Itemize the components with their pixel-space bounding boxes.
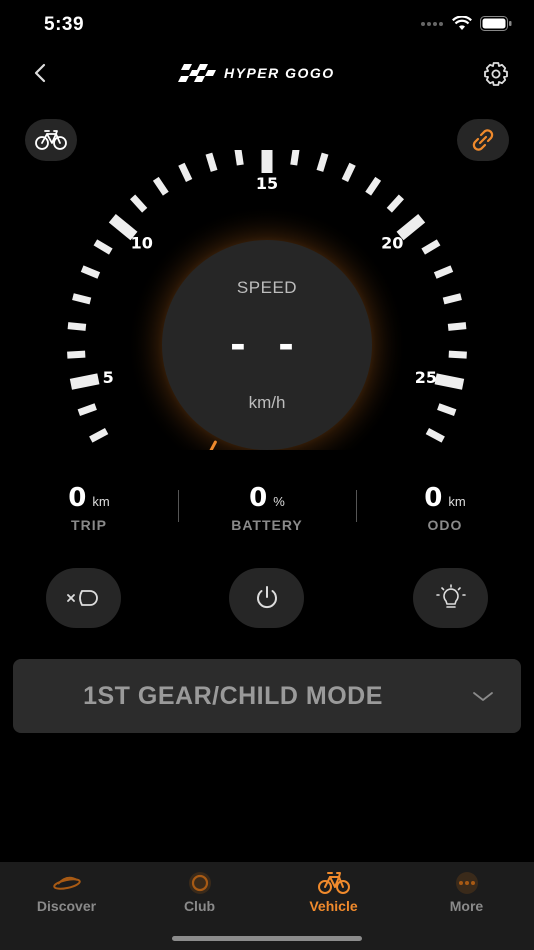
speed-label: SPEED bbox=[236, 278, 298, 297]
battery-stat: 0% BATTERY bbox=[192, 483, 342, 533]
battery-unit: % bbox=[273, 494, 285, 509]
light-button[interactable] bbox=[413, 568, 488, 628]
tab-vehicle[interactable]: Vehicle bbox=[267, 862, 400, 932]
home-indicator bbox=[172, 936, 362, 941]
gauge-tick bbox=[77, 403, 97, 416]
gear-mode-label: 1ST GEAR/CHILD MODE bbox=[83, 682, 383, 710]
status-time: 5:39 bbox=[44, 14, 85, 35]
gauge-tick bbox=[72, 293, 92, 305]
speed-unit: km/h bbox=[248, 393, 286, 412]
tab-club-label: Club bbox=[183, 898, 216, 914]
chevron-down-icon bbox=[473, 692, 493, 701]
more-icon bbox=[455, 872, 478, 894]
bicycle-icon bbox=[35, 130, 67, 150]
gauge-tick bbox=[205, 152, 218, 172]
gauge-scale-label: 10 bbox=[131, 233, 153, 252]
headlight-off-icon bbox=[66, 590, 98, 606]
gauge-tick bbox=[234, 150, 244, 166]
tab-club[interactable]: Club bbox=[133, 862, 266, 932]
gauge-tick bbox=[425, 427, 445, 443]
odo-unit: km bbox=[448, 494, 466, 509]
gauge-tick bbox=[93, 239, 113, 255]
battery-value: 0 bbox=[249, 483, 268, 513]
brand-logo: HYPER GOGO bbox=[178, 62, 335, 84]
gauge-tick bbox=[290, 150, 300, 166]
battery-icon bbox=[480, 16, 512, 31]
tab-vehicle-label: Vehicle bbox=[309, 898, 358, 914]
gauge-tick bbox=[365, 176, 382, 196]
gauge-tick bbox=[433, 265, 454, 279]
tab-more-label: More bbox=[449, 898, 484, 914]
gauge-tick bbox=[421, 239, 441, 255]
gauge-scale-label: 25 bbox=[415, 368, 437, 387]
trip-value: 0 bbox=[68, 483, 87, 513]
club-icon bbox=[188, 872, 211, 894]
speed-value: - - bbox=[230, 317, 304, 369]
gauge-tick bbox=[437, 403, 457, 416]
brand-logo-icon bbox=[178, 64, 216, 82]
stat-divider bbox=[178, 490, 179, 522]
trip-label: TRIP bbox=[71, 517, 107, 533]
cellular-icon bbox=[421, 21, 443, 26]
gauge-major-tick bbox=[69, 373, 100, 390]
odo-value: 0 bbox=[424, 483, 443, 513]
trip-stat: 0 km TRIP bbox=[14, 483, 164, 533]
back-button[interactable] bbox=[28, 60, 54, 86]
tab-more[interactable]: More bbox=[400, 862, 533, 932]
gauge-tick bbox=[67, 322, 87, 331]
battery-label: BATTERY bbox=[231, 517, 303, 533]
gauge-tick bbox=[130, 194, 148, 213]
gauge-scale-label: 5 bbox=[103, 368, 114, 387]
vehicle-icon bbox=[317, 872, 350, 894]
tab-discover-label: Discover bbox=[36, 898, 97, 914]
stat-divider bbox=[356, 490, 357, 522]
gauge-major-tick bbox=[434, 373, 465, 390]
gauge-tick bbox=[80, 265, 101, 279]
status-icons bbox=[420, 16, 512, 31]
odo-stat: 0 km ODO bbox=[370, 483, 520, 533]
back-icon bbox=[34, 63, 46, 83]
headlight-off-button[interactable] bbox=[46, 568, 121, 628]
wifi-icon bbox=[452, 16, 472, 30]
gauge-tick bbox=[447, 322, 467, 331]
power-icon bbox=[256, 586, 277, 609]
gauge-tick bbox=[89, 427, 109, 443]
lightbulb-icon bbox=[435, 584, 466, 608]
brand-name: HYPER GOGO bbox=[224, 65, 335, 81]
gauge-tick bbox=[152, 176, 169, 196]
gauge-tick bbox=[316, 152, 329, 172]
discover-icon bbox=[52, 876, 81, 890]
gauge-tick bbox=[178, 162, 193, 182]
settings-button[interactable] bbox=[482, 60, 510, 88]
odo-label: ODO bbox=[427, 517, 463, 533]
gauge-scale-label: 20 bbox=[381, 233, 403, 252]
gauge-tick bbox=[67, 350, 86, 359]
gauge-tick bbox=[448, 350, 467, 359]
gauge-tick bbox=[341, 162, 356, 182]
gauge-tick bbox=[442, 293, 462, 305]
gauge-scale-label: 15 bbox=[256, 174, 278, 193]
tab-discover[interactable]: Discover bbox=[0, 862, 133, 932]
gear-icon bbox=[484, 62, 508, 86]
trip-unit: km bbox=[92, 494, 110, 509]
gauge-tick bbox=[386, 194, 404, 213]
gear-mode-select[interactable]: 1ST GEAR/CHILD MODE bbox=[13, 659, 521, 733]
power-button[interactable] bbox=[229, 568, 304, 628]
